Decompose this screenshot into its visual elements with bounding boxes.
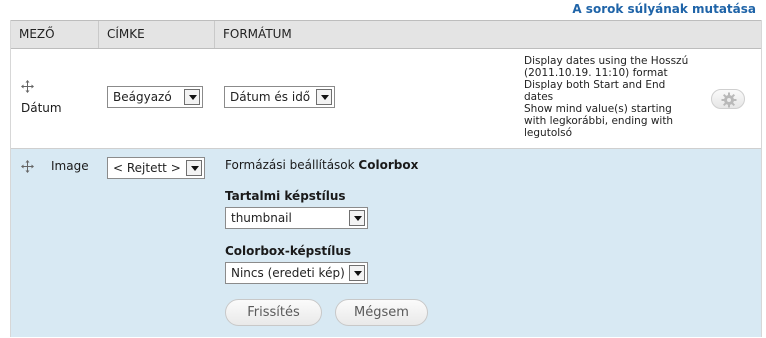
summary-line: Display dates using the Hosszú bbox=[524, 55, 689, 67]
field-name: Image bbox=[51, 159, 89, 173]
formatter-name: Colorbox bbox=[358, 158, 419, 172]
label-select-value: Beágyazó bbox=[113, 90, 172, 104]
chevron-down-icon bbox=[349, 265, 365, 281]
table-row: Dátum Beágyazó Dátum és idő Display date… bbox=[11, 49, 761, 149]
chevron-down-icon bbox=[184, 89, 200, 105]
column-header-label: CÍMKE bbox=[99, 21, 215, 48]
show-row-weights-link[interactable]: A sorok súlyának mutatása bbox=[572, 2, 756, 16]
table-row: Image < Rejtett > Formázási beállítások … bbox=[11, 149, 761, 337]
drag-handle-icon[interactable] bbox=[21, 80, 34, 93]
format-settings-title: Formázási beállítások Colorbox bbox=[225, 158, 418, 172]
column-header-field: MEZŐ bbox=[11, 21, 99, 48]
summary-line: (2011.10.19. 11:10) format bbox=[524, 67, 668, 79]
cancel-button[interactable]: Mégsem bbox=[335, 299, 428, 326]
fields-table: MEZŐ CÍMKE FORMÁTUM Dátum Beágyazó Dátum… bbox=[10, 20, 762, 337]
summary-line: with legkorábbi, ending with bbox=[524, 115, 674, 127]
label-select[interactable]: < Rejtett > bbox=[107, 157, 205, 179]
column-header-format: FORMÁTUM bbox=[223, 27, 292, 41]
format-select[interactable]: Dátum és idő bbox=[224, 86, 335, 108]
drag-handle-icon[interactable] bbox=[21, 160, 34, 173]
summary-line: legutolsó bbox=[524, 127, 573, 139]
field-name: Dátum bbox=[21, 101, 62, 115]
summary-line: Display both Start and End bbox=[524, 79, 666, 91]
format-settings-button[interactable] bbox=[711, 89, 745, 109]
label-select-value: < Rejtett > bbox=[113, 161, 181, 175]
content-style-label: Tartalmi képstílus bbox=[225, 189, 346, 203]
summary-line: Show mind value(s) starting bbox=[524, 103, 672, 115]
chevron-down-icon bbox=[186, 160, 202, 176]
content-style-value: thumbnail bbox=[231, 211, 292, 225]
colorbox-style-value: Nincs (eredeti kép) bbox=[231, 266, 345, 280]
summary-line: dates bbox=[524, 91, 554, 103]
format-settings-prefix: Formázási beállítások bbox=[225, 158, 355, 172]
content-style-select[interactable]: thumbnail bbox=[225, 207, 368, 229]
update-button[interactable]: Frissítés bbox=[225, 299, 322, 326]
format-summary: Display dates using the Hosszú (2011.10.… bbox=[524, 55, 724, 139]
chevron-down-icon bbox=[316, 89, 332, 105]
gear-icon bbox=[721, 92, 737, 108]
colorbox-style-label: Colorbox-képstílus bbox=[225, 244, 352, 258]
colorbox-style-select[interactable]: Nincs (eredeti kép) bbox=[225, 262, 368, 284]
format-select-value: Dátum és idő bbox=[230, 90, 311, 104]
chevron-down-icon bbox=[349, 210, 365, 226]
table-header: MEZŐ CÍMKE FORMÁTUM bbox=[11, 20, 761, 49]
label-select[interactable]: Beágyazó bbox=[107, 86, 203, 108]
